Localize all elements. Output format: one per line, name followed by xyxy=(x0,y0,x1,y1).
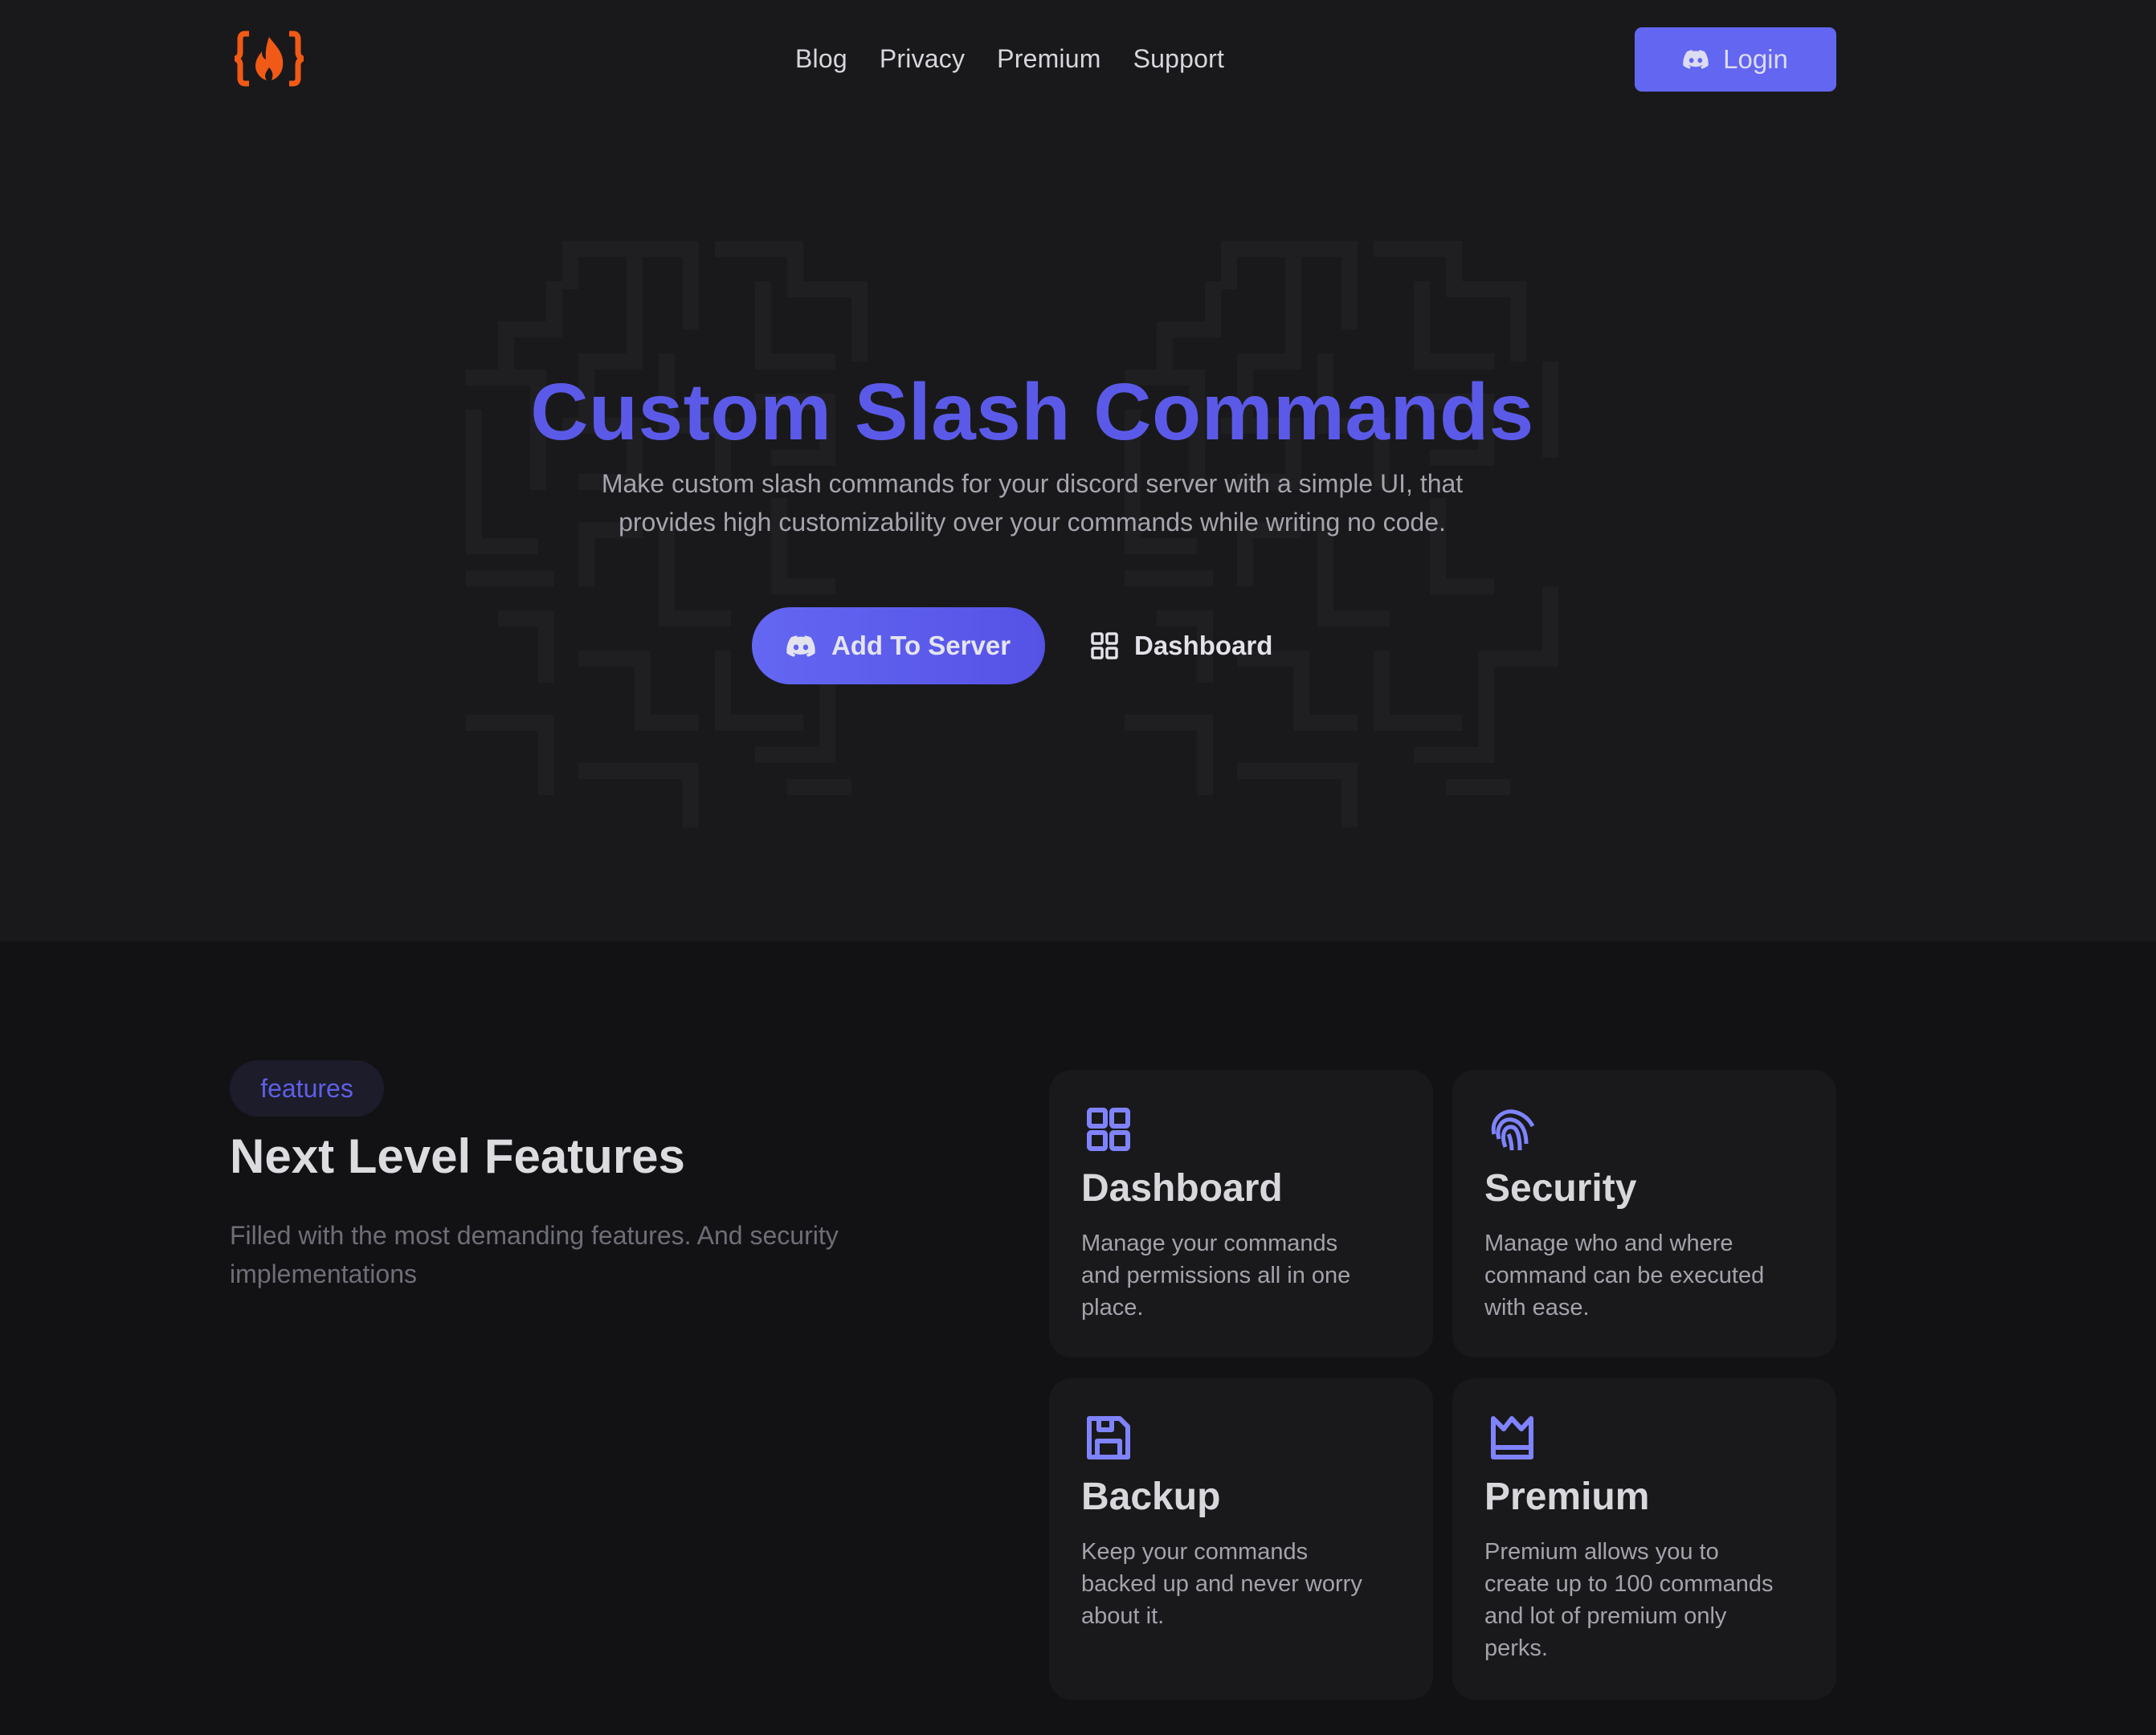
desc-line: Keep your commands xyxy=(1081,1539,1309,1565)
nav-link-privacy[interactable]: Privacy xyxy=(880,44,965,74)
desc-line: place. xyxy=(1081,1295,1144,1321)
feature-card-description: Keep your commands backed up and never w… xyxy=(1081,1536,1411,1632)
features-title: Next Level Features xyxy=(230,1129,685,1183)
dashboard-link[interactable]: Dashboard xyxy=(1091,623,1272,668)
feature-card-title: Premium xyxy=(1484,1476,1650,1518)
desc-line: create up to 100 commands xyxy=(1484,1571,1774,1597)
login-label: Login xyxy=(1723,44,1788,74)
feature-card-description: Premium allows you to create up to 100 c… xyxy=(1484,1536,1814,1664)
nav-link-premium[interactable]: Premium xyxy=(997,44,1100,74)
add-to-server-button[interactable]: Add To Server xyxy=(752,607,1045,684)
feature-card-title: Backup xyxy=(1081,1476,1221,1518)
desc-line: command can be executed xyxy=(1484,1263,1765,1288)
hero-subtitle-line: Make custom slash commands for your disc… xyxy=(601,469,1464,498)
hero-section: Blog Privacy Premium Support Login Custo… xyxy=(0,0,2156,941)
feature-card-premium: Premium Premium allows you to create up … xyxy=(1452,1378,1836,1700)
discord-icon xyxy=(786,635,815,657)
features-description: Filled with the most demanding features.… xyxy=(230,1216,953,1293)
desc-line: Manage who and where xyxy=(1484,1231,1733,1256)
hero-subtitle: Make custom slash commands for your disc… xyxy=(466,464,1599,541)
features-badge: features xyxy=(230,1060,384,1117)
feature-card-description: Manage who and where command can be exec… xyxy=(1484,1227,1814,1324)
feature-card-security: Security Manage who and where command ca… xyxy=(1452,1070,1836,1357)
desc-line: perks. xyxy=(1484,1635,1548,1661)
top-navbar: Blog Privacy Premium Support Login xyxy=(0,0,2156,120)
desc-line: about it. xyxy=(1081,1603,1165,1629)
desc-line: backed up and never worry xyxy=(1081,1571,1362,1597)
feature-card-backup: Backup Keep your commands backed up and … xyxy=(1049,1378,1433,1700)
nav-link-support[interactable]: Support xyxy=(1133,44,1224,74)
discord-icon xyxy=(1683,50,1709,69)
dashboard-link-label: Dashboard xyxy=(1134,631,1273,660)
desc-line: and lot of premium only xyxy=(1484,1603,1727,1629)
desc-line: with ease. xyxy=(1484,1295,1590,1321)
features-description-line: implementations xyxy=(230,1259,417,1288)
feature-card-title: Dashboard xyxy=(1081,1167,1283,1210)
nav-links: Blog Privacy Premium Support xyxy=(795,39,1224,79)
desc-line: Premium allows you to xyxy=(1484,1539,1719,1565)
hero-subtitle-line: provides high customizability over your … xyxy=(619,508,1446,537)
nav-link-blog[interactable]: Blog xyxy=(795,44,847,74)
grid-icon xyxy=(1087,1108,1130,1151)
braces-fire-logo-icon[interactable] xyxy=(235,31,304,87)
add-to-server-label: Add To Server xyxy=(831,631,1011,660)
hero-title: Custom Slash Commands xyxy=(530,367,1534,457)
fingerprint-icon xyxy=(1491,1109,1534,1151)
feature-card-description: Manage your commands and permissions all… xyxy=(1081,1227,1411,1324)
desc-line: Manage your commands xyxy=(1081,1231,1338,1256)
features-description-line: Filled with the most demanding features.… xyxy=(230,1221,839,1250)
login-button[interactable]: Login xyxy=(1635,27,1836,92)
floppy-disk-icon xyxy=(1087,1416,1130,1459)
crown-icon xyxy=(1491,1416,1533,1459)
grid-icon xyxy=(1091,632,1118,659)
feature-card-title: Security xyxy=(1484,1167,1637,1210)
desc-line: and permissions all in one xyxy=(1081,1263,1351,1288)
feature-card-dashboard: Dashboard Manage your commands and permi… xyxy=(1049,1070,1433,1357)
